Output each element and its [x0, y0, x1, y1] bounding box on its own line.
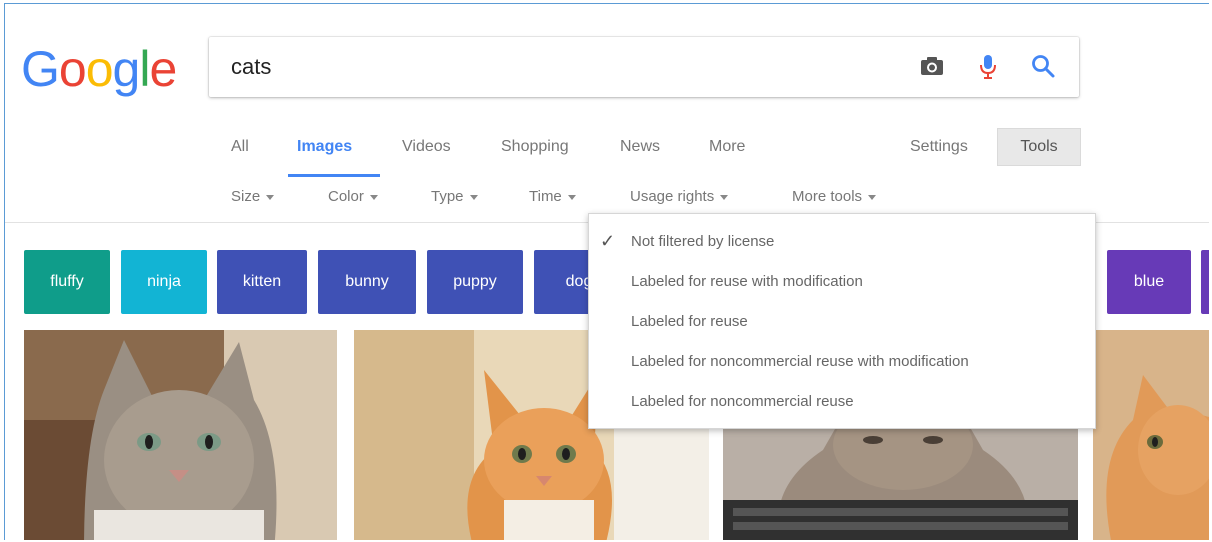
chevron-down-icon: [266, 194, 275, 200]
menu-item-reuse[interactable]: Labeled for reuse: [631, 313, 748, 330]
filter-size[interactable]: Size: [231, 188, 275, 205]
browser-frame: Google cats All Images Videos Shopping N…: [4, 3, 1209, 540]
tab-all[interactable]: All: [231, 138, 249, 156]
filter-more-tools[interactable]: More tools: [792, 188, 877, 205]
menu-item-reuse-modification[interactable]: Labeled for reuse with modification: [631, 273, 863, 290]
filter-type[interactable]: Type: [431, 188, 478, 205]
chevron-down-icon: [868, 194, 877, 200]
tab-videos[interactable]: Videos: [402, 138, 451, 156]
related-chip-fluffy[interactable]: fluffy: [24, 250, 110, 314]
menu-item-not-filtered[interactable]: Not filtered by license: [631, 233, 774, 250]
related-chip-kitten[interactable]: kitten: [217, 250, 307, 314]
filter-usage-rights[interactable]: Usage rights: [630, 188, 729, 205]
image-result[interactable]: [1093, 330, 1209, 540]
chevron-down-icon: [567, 194, 576, 200]
related-chip-ninja[interactable]: ninja: [121, 250, 207, 314]
check-icon: ✓: [600, 231, 616, 251]
tools-button[interactable]: Tools: [997, 128, 1081, 166]
image-result[interactable]: [24, 330, 337, 540]
chevron-down-icon: [469, 194, 478, 200]
related-chip-puppy[interactable]: puppy: [427, 250, 523, 314]
google-logo[interactable]: Google: [21, 44, 177, 94]
tab-shopping[interactable]: Shopping: [501, 138, 569, 156]
tab-news[interactable]: News: [620, 138, 660, 156]
filter-time[interactable]: Time: [529, 188, 576, 205]
search-box[interactable]: cats: [209, 37, 1079, 97]
usage-rights-menu: ✓ Not filtered by license Labeled for re…: [588, 213, 1096, 429]
related-chip-bunny[interactable]: bunny: [318, 250, 416, 314]
search-icon[interactable]: [1028, 51, 1058, 81]
chevron-down-icon: [720, 194, 729, 200]
active-tab-indicator: [288, 174, 380, 177]
settings-link[interactable]: Settings: [910, 138, 968, 156]
filter-color[interactable]: Color: [328, 188, 378, 205]
microphone-icon[interactable]: [973, 51, 1003, 81]
tab-more[interactable]: More: [709, 138, 745, 156]
related-chip-partial[interactable]: [1201, 250, 1209, 314]
menu-item-noncommercial[interactable]: Labeled for noncommercial reuse: [631, 393, 854, 410]
search-input[interactable]: cats: [231, 54, 271, 80]
tab-images[interactable]: Images: [297, 138, 352, 156]
related-chip-blue[interactable]: blue: [1107, 250, 1191, 314]
camera-icon[interactable]: [917, 51, 947, 81]
menu-item-noncommercial-modification[interactable]: Labeled for noncommercial reuse with mod…: [631, 353, 969, 370]
chevron-down-icon: [369, 194, 378, 200]
